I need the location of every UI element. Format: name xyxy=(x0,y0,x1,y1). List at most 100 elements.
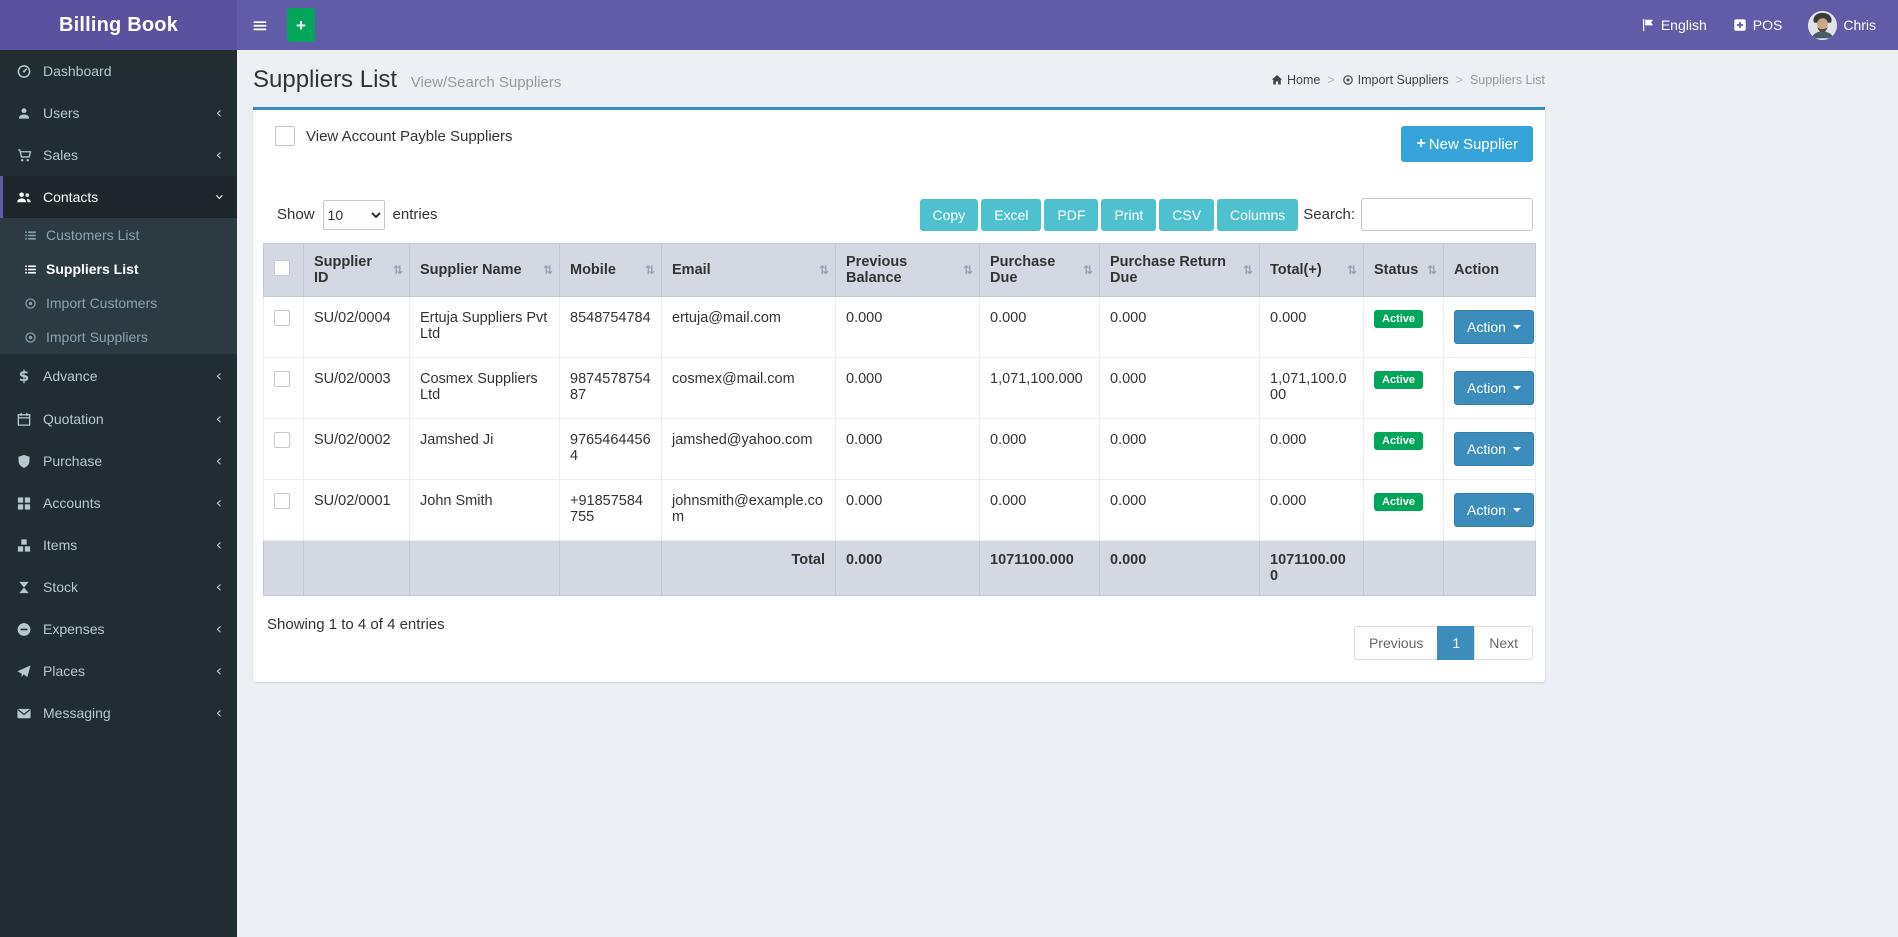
copy-button[interactable]: Copy xyxy=(919,198,979,231)
hourglass-icon xyxy=(19,581,29,593)
language-menu[interactable]: English xyxy=(1641,17,1707,33)
pagination-page-1[interactable]: 1 xyxy=(1437,626,1476,660)
quick-add-button[interactable]: + xyxy=(287,8,315,42)
status-badge: Active xyxy=(1374,310,1424,328)
view-payble-label[interactable]: View Account Payble Suppliers xyxy=(275,126,513,146)
sidebar-item-stock[interactable]: Stock ‹ xyxy=(0,566,237,608)
cell-purchase-return-due: 0.000 xyxy=(1099,479,1260,541)
sidebar-item-label: Purchase xyxy=(43,453,103,469)
cell-mobile: 97654644564 xyxy=(559,418,662,480)
chevron-left-icon: ‹ xyxy=(215,451,222,470)
breadcrumb: Home > Import Suppliers > Suppliers List xyxy=(1271,73,1545,87)
chevron-left-icon: ‹ xyxy=(215,577,222,596)
caret-down-icon xyxy=(1512,386,1521,390)
column-mobile[interactable]: Mobile ⇅ xyxy=(559,243,662,297)
breadcrumb-home[interactable]: Home xyxy=(1271,73,1320,87)
users-icon xyxy=(18,107,30,119)
caret-down-icon xyxy=(1512,447,1521,451)
sidebar-item-contacts[interactable]: Contacts ‹ xyxy=(0,176,237,218)
sidebar-item-items[interactable]: Items ‹ xyxy=(0,524,237,566)
column-total[interactable]: Total(+) ⇅ xyxy=(1259,243,1364,297)
sidebar-item-accounts[interactable]: Accounts ‹ xyxy=(0,482,237,524)
sidebar-item-expenses[interactable]: Expenses ‹ xyxy=(0,608,237,650)
sidebar-item-users[interactable]: Users ‹ xyxy=(0,92,237,134)
brand-logo[interactable]: Billing Book xyxy=(0,0,237,50)
sidebar-item-label: Items xyxy=(43,537,78,553)
plus-icon: + xyxy=(296,15,306,35)
cell-mobile: 8548754784 xyxy=(559,296,662,358)
sidebar-item-import-suppliers[interactable]: Import Suppliers xyxy=(0,320,237,354)
row-action-button[interactable]: Action xyxy=(1454,493,1534,527)
status-badge: Active xyxy=(1374,493,1424,511)
circle-dot-icon xyxy=(25,331,36,343)
column-supplier-id[interactable]: Supplier ID ⇅ xyxy=(303,243,410,297)
page-length-select[interactable]: 10 xyxy=(322,199,385,230)
column-email[interactable]: Email ⇅ xyxy=(661,243,836,297)
calendar-icon xyxy=(17,412,31,426)
pos-button[interactable]: POS xyxy=(1733,17,1782,33)
list-icon xyxy=(25,264,36,274)
brand-title: Billing Book xyxy=(58,14,179,36)
pdf-button[interactable]: PDF xyxy=(1044,198,1099,231)
navbar-right: English POS Chris xyxy=(1641,10,1898,40)
view-payble-checkbox[interactable] xyxy=(275,126,295,146)
column-purchase-return-due[interactable]: Purchase Return Due ⇅ xyxy=(1099,243,1260,297)
cell-total: 0.000 xyxy=(1259,296,1364,358)
row-action-button[interactable]: Action xyxy=(1454,310,1534,344)
table-header-row: Supplier ID ⇅ Supplier Name ⇅ Mobile ⇅ Emai… xyxy=(263,243,1536,297)
row-action-button[interactable]: Action xyxy=(1454,432,1534,466)
pagination-next[interactable]: Next xyxy=(1474,626,1533,660)
top-navbar: ≡ + English POS Chris xyxy=(237,0,1898,50)
sidebar-item-sales[interactable]: Sales ‹ xyxy=(0,134,237,176)
chevron-left-icon: ‹ xyxy=(215,703,222,722)
column-previous-balance[interactable]: Previous Balance ⇅ xyxy=(835,243,980,297)
entries-label: entries xyxy=(392,206,438,223)
hamburger-icon: ≡ xyxy=(251,13,269,37)
sidebar-item-purchase[interactable]: Purchase ‹ xyxy=(0,440,237,482)
row-action-button[interactable]: Action xyxy=(1454,371,1534,405)
sidebar-toggle-button[interactable]: ≡ xyxy=(237,0,283,50)
row-checkbox[interactable] xyxy=(274,310,290,326)
plus-icon: + xyxy=(1416,135,1426,152)
column-status[interactable]: Status ⇅ xyxy=(1363,243,1444,297)
sidebar-item-advance[interactable]: $ Advance ‹ xyxy=(0,354,237,398)
row-checkbox[interactable] xyxy=(274,493,290,509)
columns-button[interactable]: Columns xyxy=(1217,198,1299,231)
sidebar-item-quotation[interactable]: Quotation ‹ xyxy=(0,398,237,440)
shield-icon xyxy=(18,454,30,468)
breadcrumb-separator: > xyxy=(1327,73,1335,87)
table-controls: Show 10 entries Copy Excel PDF Print CSV… xyxy=(263,198,1535,231)
row-checkbox[interactable] xyxy=(274,432,290,448)
breadcrumb-import-suppliers[interactable]: Import Suppliers xyxy=(1342,73,1449,87)
new-supplier-button[interactable]: + New Supplier xyxy=(1401,126,1533,162)
cubes-icon xyxy=(17,538,31,552)
cell-purchase-return-due: 0.000 xyxy=(1099,418,1260,480)
cell-previous-balance: 0.000 xyxy=(835,296,980,358)
sidebar-item-dashboard[interactable]: Dashboard xyxy=(0,50,237,92)
sidebar-item-label: Places xyxy=(43,663,86,679)
table-row: SU/02/0004 Ertuja Suppliers Pvt Ltd 8548… xyxy=(263,296,1536,358)
print-button[interactable]: Print xyxy=(1101,198,1157,231)
pagination-previous[interactable]: Previous xyxy=(1353,626,1439,660)
cell-supplier-id: SU/02/0001 xyxy=(303,479,410,541)
sidebar-item-import-customers[interactable]: Import Customers xyxy=(0,286,237,320)
sidebar-item-suppliers-list[interactable]: Suppliers List xyxy=(0,252,237,286)
user-menu[interactable]: Chris xyxy=(1808,10,1876,40)
search-input[interactable] xyxy=(1361,198,1533,231)
sidebar-item-places[interactable]: Places ‹ xyxy=(0,650,237,692)
column-supplier-name[interactable]: Supplier Name ⇅ xyxy=(409,243,560,297)
csv-button[interactable]: CSV xyxy=(1159,198,1215,231)
column-purchase-due[interactable]: Purchase Due ⇅ xyxy=(979,243,1100,297)
excel-button[interactable]: Excel xyxy=(981,198,1042,231)
cell-purchase-due: 0.000 xyxy=(979,296,1100,358)
envelope-icon xyxy=(17,708,31,718)
cell-mobile: 987457875487 xyxy=(559,357,662,419)
sidebar-item-customers-list[interactable]: Customers List xyxy=(0,218,237,252)
sidebar-item-label: Messaging xyxy=(43,705,111,721)
sidebar-item-label: Accounts xyxy=(43,495,101,511)
row-checkbox[interactable] xyxy=(274,371,290,387)
cell-mobile: +91857584755 xyxy=(559,479,662,541)
cart-icon xyxy=(17,148,32,161)
sidebar-item-messaging[interactable]: Messaging ‹ xyxy=(0,692,237,734)
select-all-checkbox[interactable] xyxy=(274,260,290,276)
